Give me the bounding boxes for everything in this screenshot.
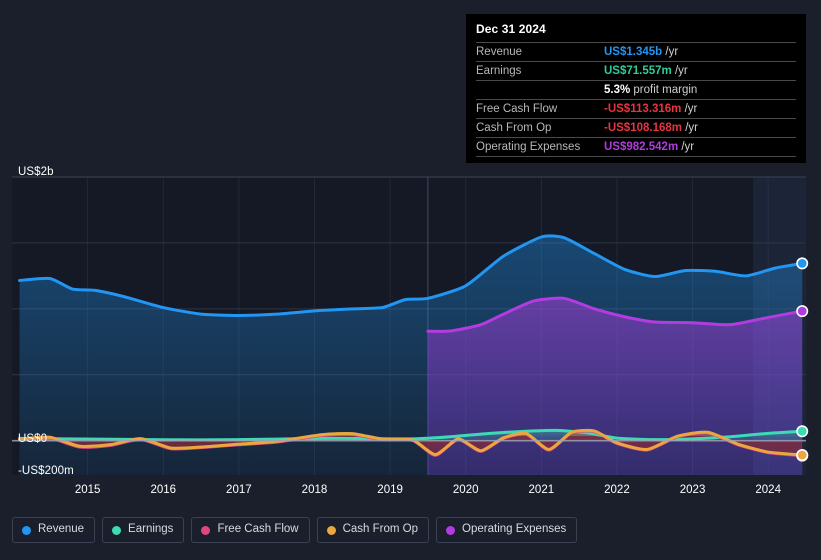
tooltip-metric-number: -US$113.316m bbox=[604, 103, 682, 115]
tooltip-metric-value: 5.3% profit margin bbox=[604, 81, 796, 100]
legend-color-swatch-icon bbox=[446, 525, 456, 535]
x-axis-tick-label: 2015 bbox=[74, 484, 101, 496]
x-axis-tick-label: 2018 bbox=[301, 484, 328, 496]
x-axis-tick-label: 2016 bbox=[150, 484, 177, 496]
tooltip-metric-number: US$1.345b bbox=[604, 46, 663, 58]
y-axis-tick-label: US$0 bbox=[18, 433, 48, 445]
legend-item-label: Revenue bbox=[38, 523, 85, 536]
legend-color-swatch-icon bbox=[201, 525, 211, 535]
datapoint-tooltip: Dec 31 2024 Revenue US$1.345b /yr Earnings… bbox=[466, 14, 806, 163]
tooltip-metric-suffix: /yr bbox=[682, 122, 698, 134]
legend-item-cash-from-op[interactable]: Cash From Op bbox=[316, 517, 430, 543]
tooltip-metric-number: US$71.557m bbox=[604, 65, 672, 77]
tooltip-row: Revenue US$1.345b /yr bbox=[476, 42, 796, 62]
x-axis-tick-label: 2023 bbox=[679, 484, 706, 496]
tooltip-metric-suffix: /yr bbox=[671, 65, 688, 77]
tooltip-row: Operating Expenses US$982.542m /yr bbox=[476, 137, 796, 157]
tooltip-metric-number: -US$108.168m bbox=[604, 122, 682, 134]
tooltip-metric-suffix: profit margin bbox=[630, 84, 698, 96]
tooltip-row: Earnings US$71.557m /yr bbox=[476, 61, 796, 81]
legend-color-swatch-icon bbox=[112, 525, 122, 535]
legend-item-label: Earnings bbox=[128, 523, 174, 536]
x-axis-tick-label: 2021 bbox=[528, 484, 555, 496]
tooltip-metrics-table: Revenue US$1.345b /yr Earnings US$71.557m /… bbox=[476, 42, 796, 157]
legend-item-revenue[interactable]: Revenue bbox=[12, 517, 96, 543]
x-axis-tick-label: 2019 bbox=[377, 484, 403, 496]
tooltip-metric-value: US$71.557m /yr bbox=[604, 62, 796, 81]
legend-item-operating-expenses[interactable]: Operating Expenses bbox=[436, 517, 578, 543]
tooltip-metric-suffix: /yr bbox=[678, 141, 695, 153]
financial-performance-chart: US$2b US$0 -US$200m 2015 2016 2017 2018 2019 20… bbox=[0, 0, 821, 560]
tooltip-date: Dec 31 2024 bbox=[476, 22, 546, 36]
legend-item-label: Cash From Op bbox=[342, 523, 419, 536]
tooltip-row: 5.3% profit margin bbox=[476, 80, 796, 100]
chart-legend: Revenue Earnings Free Cash Flow Cash From O… bbox=[12, 517, 578, 543]
y-axis-tick-label: -US$200m bbox=[18, 465, 74, 477]
legend-color-swatch-icon bbox=[22, 525, 31, 535]
tooltip-metric-label: Revenue bbox=[476, 46, 523, 58]
tooltip-metric-label: Earnings bbox=[476, 65, 522, 77]
tooltip-metric-number: US$982.542m bbox=[604, 141, 679, 153]
tooltip-metric-value: US$1.345b /yr bbox=[604, 43, 796, 62]
legend-color-swatch-icon bbox=[326, 525, 336, 535]
x-axis-tick-label: 2022 bbox=[604, 484, 630, 496]
tooltip-metric-suffix: /yr bbox=[681, 103, 698, 115]
tooltip-metric-number: 5.3% bbox=[604, 84, 631, 96]
tooltip-metric-label: Cash From Op bbox=[476, 122, 552, 134]
x-axis-tick-label: 2017 bbox=[226, 484, 252, 496]
legend-item-earnings[interactable]: Earnings bbox=[102, 517, 185, 543]
legend-item-free-cash-flow[interactable]: Free Cash Flow bbox=[191, 517, 310, 543]
tooltip-row: Cash From Op -US$108.168m /yr bbox=[476, 118, 796, 138]
tooltip-row: Free Cash Flow -US$113.316m /yr bbox=[476, 99, 796, 119]
tooltip-metric-value: -US$108.168m /yr bbox=[604, 119, 796, 138]
tooltip-metric-label: Operating Expenses bbox=[476, 141, 581, 153]
x-axis-tick-label: 2024 bbox=[755, 484, 781, 496]
x-axis-tick-label: 2020 bbox=[452, 484, 479, 496]
tooltip-metric-label bbox=[476, 81, 604, 100]
legend-item-label: Operating Expenses bbox=[462, 523, 567, 536]
tooltip-metric-label: Free Cash Flow bbox=[476, 103, 558, 115]
y-axis-tick-label: US$2b bbox=[18, 166, 54, 178]
tooltip-metric-value: US$982.542m /yr bbox=[604, 138, 796, 157]
legend-item-label: Free Cash Flow bbox=[217, 523, 299, 536]
tooltip-metric-suffix: /yr bbox=[662, 46, 679, 58]
tooltip-metric-value: -US$113.316m /yr bbox=[604, 100, 796, 119]
